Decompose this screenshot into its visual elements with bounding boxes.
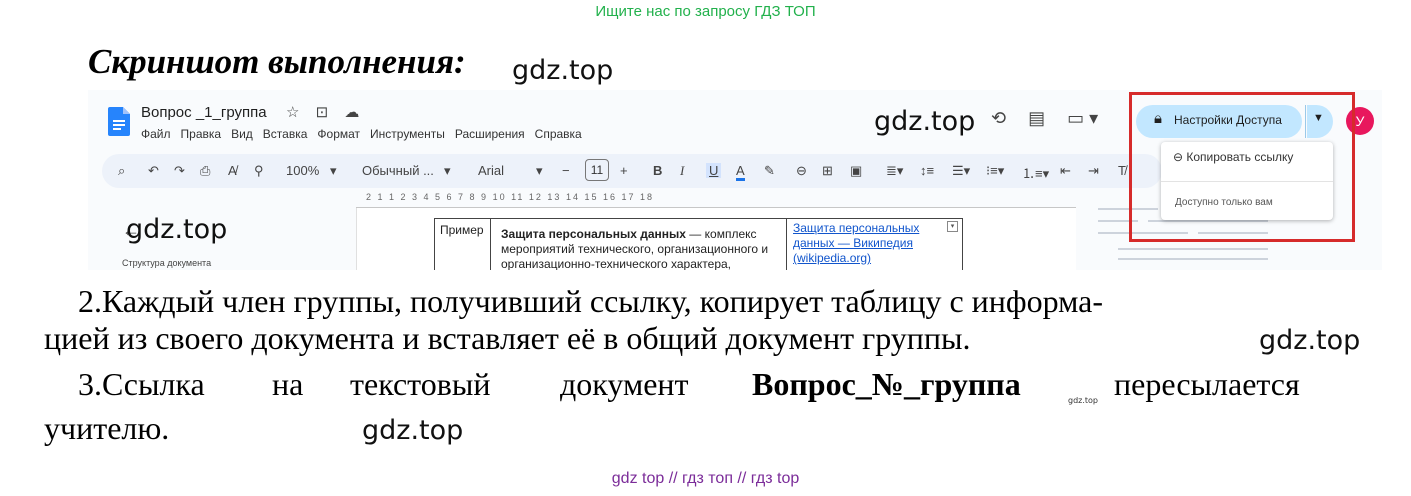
paragraph2-line2: цией из своего документа и вставляет её … [44, 320, 971, 356]
small-watermark: gdz.top [1068, 396, 1099, 405]
wikipedia-link-line3[interactable]: (wikipedia.org) [793, 251, 956, 266]
paragraph2-line1: 2.Каждый член группы, получивший ссылку,… [78, 283, 1104, 319]
highlight-frame [1129, 92, 1355, 242]
image-icon[interactable]: ▣ [850, 163, 862, 179]
watermark: gdz.top [126, 214, 228, 245]
menu-help[interactable]: Справка [535, 127, 582, 141]
decrease-font-icon[interactable]: − [562, 163, 570, 178]
outline-label: Структура документа [122, 258, 212, 268]
menu-extensions[interactable]: Расширения [455, 127, 525, 141]
chevron-down-icon: ▾ [330, 163, 337, 178]
font-size-input[interactable]: 11 [585, 159, 609, 181]
wikipedia-link-line2[interactable]: данных — Википедия [793, 236, 956, 251]
table-cell-link[interactable]: Защита персональных данных — Википедия (… [786, 218, 963, 270]
ruler-numbers: 2 1 1 2 3 4 5 6 7 8 9 10 11 12 13 14 15 … [366, 192, 654, 202]
menu-bar: Файл Правка Вид Вставка Формат Инструмен… [141, 127, 582, 141]
table-cell-definition[interactable]: Защита персональных данных — комплекс ме… [490, 218, 787, 270]
definition-line2: мероприятий технического, организационно… [501, 242, 769, 256]
meet-icon[interactable]: ▭ ▾ [1067, 108, 1098, 129]
watermark: gdz.top [512, 55, 614, 86]
document-title[interactable]: Вопрос _1_группа [141, 104, 267, 121]
bold-button[interactable]: B [653, 163, 662, 178]
chevron-down-icon: ▾ [536, 163, 543, 178]
menu-tools[interactable]: Инструменты [370, 127, 445, 141]
spellcheck-icon[interactable]: A̸ [228, 163, 237, 178]
wikipedia-link-line1[interactable]: Защита персональных [793, 221, 956, 236]
zoom-select[interactable]: 100% [286, 163, 319, 178]
history-icon[interactable]: ⟲ [991, 108, 1006, 129]
header-icons: ⟲ ▤ ▭ ▾ [991, 108, 1098, 129]
docs-logo-icon [108, 107, 130, 136]
watermark: gdz.top [1259, 325, 1361, 356]
paragraph3-word-1: 3.Ссылка [78, 366, 205, 402]
paragraph3-word-4: документ [560, 366, 689, 402]
align-icon[interactable]: ≣▾ [886, 163, 903, 179]
undo-icon[interactable]: ↶ [148, 163, 159, 179]
paragraph3-line2: учителю. [44, 410, 170, 446]
footer-text: gdz top // гдз топ // гдз top [611, 470, 800, 487]
table-label: Пример [440, 223, 484, 237]
print-icon[interactable]: ⎙ [200, 163, 210, 179]
section-heading: Скриншот выполнения: [88, 42, 466, 81]
document-name-bold: Вопрос_№_группа [752, 366, 1021, 402]
clear-format-icon[interactable]: T̸ [1118, 163, 1126, 178]
definition-line1: — комплекс [685, 227, 757, 241]
paragraph3-word-5: пересылается [1114, 366, 1300, 402]
definition-line3: организационно-технического характера, [501, 257, 732, 270]
menu-format[interactable]: Формат [317, 127, 360, 141]
menu-insert[interactable]: Вставка [263, 127, 308, 141]
checklist-icon[interactable]: ☰▾ [952, 163, 970, 179]
italic-button[interactable]: I [680, 163, 684, 179]
definition-text: Защита персональных данных — комплекс ме… [491, 219, 786, 270]
paragraph3-word-2: на [272, 366, 304, 402]
bullet-list-icon[interactable]: ⁝≡▾ [986, 163, 1004, 179]
line-spacing-icon[interactable]: ↕≡ [920, 163, 934, 178]
underline-button[interactable]: U [706, 163, 722, 178]
promo-text: Ищите нас по запросу ГДЗ ТОП [595, 3, 816, 20]
watermark: gdz.top [874, 106, 976, 137]
font-select[interactable]: Arial [478, 163, 504, 178]
comment-add-icon[interactable]: ⊞ [822, 163, 833, 179]
search-icon[interactable]: ⌕ [118, 163, 125, 179]
menu-file[interactable]: Файл [141, 127, 171, 141]
paragraph3-word-3: текстовый [350, 366, 491, 402]
menu-edit[interactable]: Правка [181, 127, 222, 141]
menu-view[interactable]: Вид [231, 127, 253, 141]
link-chip-dropdown-icon[interactable]: ▾ [947, 221, 958, 232]
redo-icon[interactable]: ↷ [174, 163, 185, 179]
style-select[interactable]: Обычный ... [362, 163, 434, 178]
chevron-down-icon: ▾ [444, 163, 451, 178]
link-icon[interactable]: ⊖ [796, 163, 807, 179]
comments-icon[interactable]: ▤ [1028, 108, 1045, 129]
text-color-button[interactable]: A [736, 163, 745, 181]
indent-increase-icon[interactable]: ⇥ [1088, 163, 1099, 179]
watermark: gdz.top [362, 415, 464, 446]
paint-format-icon[interactable]: ⚲ [254, 163, 264, 179]
star-folder-cloud-icons[interactable]: ☆ ⊡ ☁ [286, 103, 365, 121]
numbered-list-icon[interactable]: ⒈≡▾ [1022, 163, 1049, 182]
term-text: Защита персональных данных [501, 227, 686, 241]
table-cell-label[interactable]: Пример [434, 218, 491, 270]
increase-font-icon[interactable]: + [620, 163, 628, 178]
indent-decrease-icon[interactable]: ⇤ [1060, 163, 1071, 179]
highlight-icon[interactable]: ✎ [764, 163, 775, 179]
docs-screenshot: Вопрос _1_группа ☆ ⊡ ☁ Файл Правка Вид В… [88, 90, 1382, 270]
